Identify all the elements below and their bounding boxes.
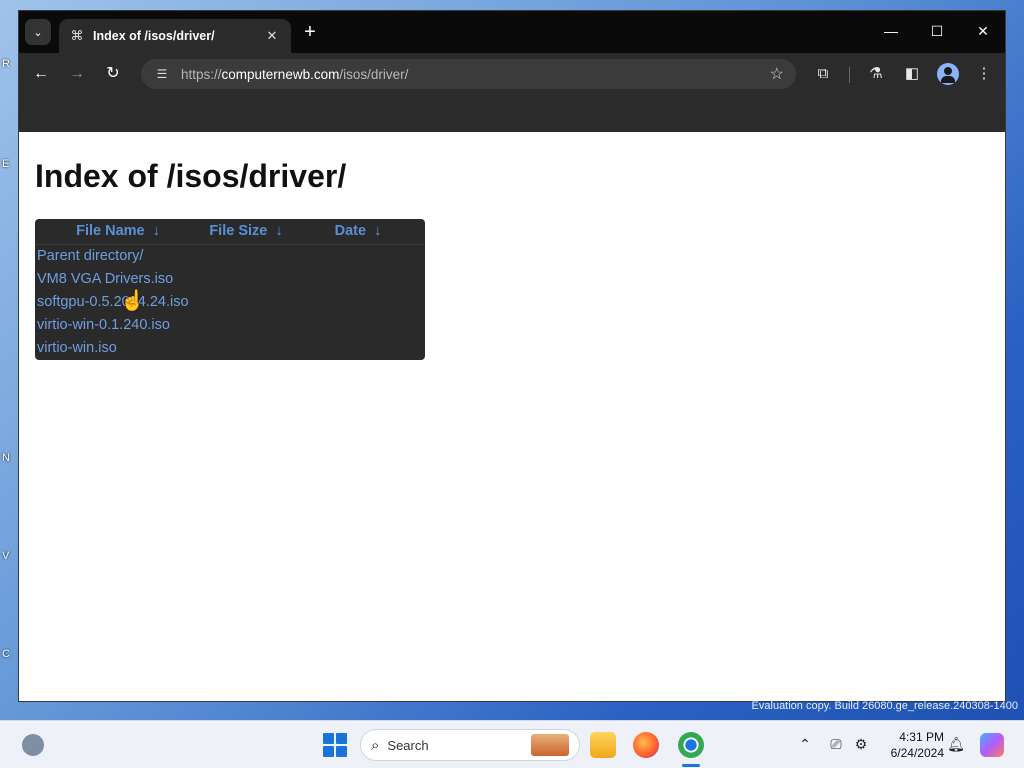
toolbar-divider: [849, 67, 850, 83]
search-label: Search: [387, 737, 429, 753]
desktop-icon-fragment: V: [2, 550, 10, 562]
active-tab[interactable]: ⌘ Index of /isos/driver/ ✕: [59, 19, 291, 53]
column-header-file-name[interactable]: File Name ↓: [35, 219, 201, 245]
file-date-cell: [291, 244, 425, 267]
browser-toolbar: ← → ↻ ☰ https://computernewb.com/isos/dr…: [19, 53, 1005, 95]
chevron-up-icon[interactable]: ⌃: [796, 736, 814, 753]
active-app-indicator: [682, 764, 700, 767]
new-tab-icon[interactable]: +: [299, 22, 321, 42]
file-date-cell: [291, 290, 425, 313]
widgets-icon[interactable]: [22, 734, 44, 756]
extensions-icon[interactable]: ⧉: [813, 64, 833, 84]
table-row: Parent directory/: [35, 244, 425, 267]
file-link[interactable]: virtio-win-0.1.240.iso: [37, 317, 170, 333]
file-link[interactable]: softgpu-0.5.2024.24.iso: [37, 294, 189, 310]
browser-window: ⌄ ⌘ Index of /isos/driver/ ✕ + — ☐ ✕ ← →…: [18, 10, 1006, 702]
file-date-cell: [291, 336, 425, 359]
hand-cursor-icon: ☝: [120, 290, 145, 312]
sort-arrow-icon: ↓: [374, 223, 382, 240]
window-close-icon[interactable]: ✕: [973, 23, 993, 40]
minimize-icon[interactable]: —: [881, 23, 901, 39]
search-icon: ⌕: [371, 736, 380, 754]
close-icon[interactable]: ✕: [263, 28, 281, 44]
desktop-icon-fragment: E: [2, 158, 10, 170]
taskbar: ⌕ Search ⌃ ⎚ ⚙ 4:31 PM 6/24/2024 🔔︎: [0, 720, 1024, 768]
table-row: softgpu-0.5.2024.24.iso: [35, 290, 425, 313]
labs-icon[interactable]: ⚗: [866, 64, 886, 84]
notification-bell-icon[interactable]: 🔔︎: [947, 736, 965, 753]
file-link[interactable]: virtio-win.iso: [37, 340, 117, 356]
start-button[interactable]: [323, 733, 347, 757]
column-header-date[interactable]: Date ↓: [291, 219, 425, 245]
file-size-cell: [201, 336, 291, 359]
address-bar[interactable]: ☰ https://computernewb.com/isos/driver/ …: [141, 59, 796, 89]
bookmark-star-icon[interactable]: ☆: [770, 64, 784, 84]
menu-icon[interactable]: ⋮: [974, 64, 994, 84]
reload-icon[interactable]: ↻: [103, 64, 123, 84]
file-name-cell: Parent directory/: [35, 244, 201, 267]
file-table: File Name ↓ File Size ↓ Date ↓ Parent di…: [35, 219, 425, 359]
file-link[interactable]: VM8 VGA Drivers.iso: [37, 271, 173, 287]
file-explorer-icon[interactable]: [590, 732, 616, 758]
search-highlight-icon: [531, 734, 569, 756]
directory-listing: File Name ↓ File Size ↓ Date ↓ Parent di…: [35, 219, 425, 360]
back-icon[interactable]: ←: [31, 64, 51, 84]
evaluation-watermark: Evaluation copy. Build 26080.ge_release.…: [751, 700, 1018, 712]
volume-icon[interactable]: ⚙: [852, 736, 870, 753]
taskbar-search[interactable]: ⌕ Search: [360, 729, 580, 761]
profile-icon[interactable]: [937, 63, 959, 85]
site-info-icon[interactable]: ☰: [153, 67, 171, 81]
table-row: virtio-win-0.1.240.iso: [35, 313, 425, 336]
page-title: Index of /isos/driver/: [35, 158, 347, 194]
file-size-cell: [201, 313, 291, 336]
file-size-cell: [201, 290, 291, 313]
desktop-icon-fragment: R: [2, 58, 10, 70]
file-date-cell: [291, 267, 425, 290]
file-date-cell: [291, 313, 425, 336]
file-name-cell: softgpu-0.5.2024.24.iso: [35, 290, 201, 313]
tab-search-icon[interactable]: ⌄: [25, 19, 51, 45]
file-size-cell: [201, 244, 291, 267]
table-row: virtio-win.iso: [35, 336, 425, 359]
desktop-icon-fragment: N: [2, 452, 10, 464]
column-header-file-size[interactable]: File Size ↓: [201, 219, 291, 245]
table-row: VM8 VGA Drivers.iso: [35, 267, 425, 290]
file-name-cell: virtio-win-0.1.240.iso: [35, 313, 201, 336]
firefox-icon[interactable]: [633, 732, 659, 758]
bookmarks-bar: [19, 95, 1005, 132]
desktop-icon-fragment: C: [2, 648, 10, 660]
sort-arrow-icon: ↓: [152, 223, 160, 240]
clock-time: 4:31 PM: [899, 730, 944, 744]
tab-title: Index of /isos/driver/: [93, 29, 215, 43]
maximize-icon[interactable]: ☐: [927, 23, 947, 40]
chrome-icon[interactable]: [678, 732, 704, 758]
page-content: Index of /isos/driver/ File Name ↓ File …: [19, 132, 1005, 701]
side-panel-icon[interactable]: ◧: [902, 64, 922, 84]
file-size-cell: [201, 267, 291, 290]
copilot-icon[interactable]: [980, 733, 1004, 757]
network-icon[interactable]: ⎚: [827, 736, 845, 753]
forward-icon[interactable]: →: [67, 64, 87, 84]
sort-arrow-icon: ↓: [275, 223, 283, 240]
file-name-cell: virtio-win.iso: [35, 336, 201, 359]
site-favicon: ⌘: [70, 28, 84, 43]
file-name-cell: VM8 VGA Drivers.iso: [35, 267, 201, 290]
file-link[interactable]: Parent directory/: [37, 248, 143, 264]
system-clock[interactable]: 4:31 PM 6/24/2024: [874, 729, 944, 761]
clock-date: 6/24/2024: [890, 746, 944, 760]
title-bar: ⌄ ⌘ Index of /isos/driver/ ✕ + — ☐ ✕: [19, 11, 1005, 53]
url-text[interactable]: https://computernewb.com/isos/driver/: [181, 67, 770, 82]
